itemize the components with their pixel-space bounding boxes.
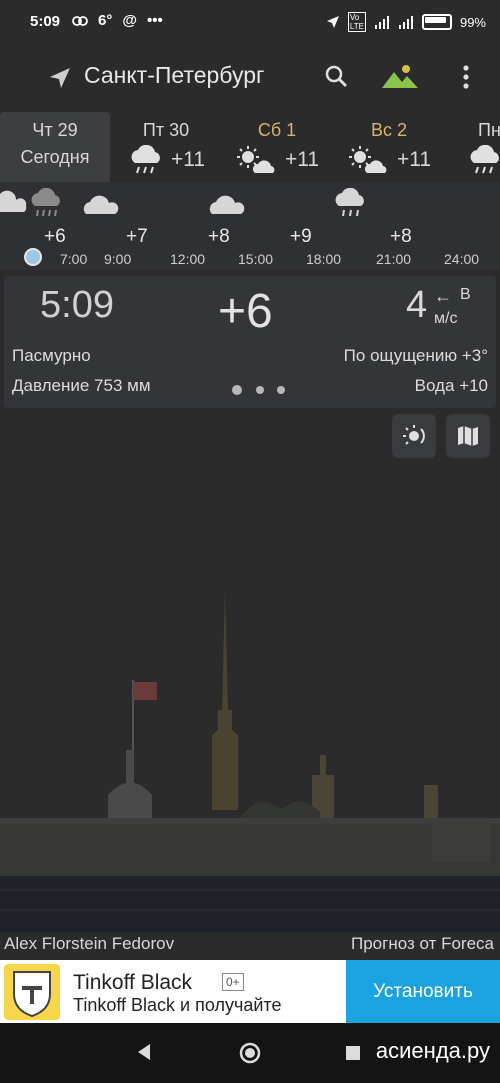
pressure-text: Давление 753 мм	[12, 376, 151, 395]
page-indicator-active	[232, 385, 242, 395]
sun-radar-icon	[403, 425, 425, 445]
rain-cloud-icon	[470, 145, 499, 174]
cloud-icon	[0, 190, 27, 212]
more-dots-icon: •••	[146, 12, 163, 29]
map-icon	[458, 426, 478, 446]
app-bar: Санкт-Петербург	[0, 44, 500, 110]
status-right-icons: Vo LTE 99%	[326, 12, 486, 32]
hour-time: 7:00	[60, 251, 88, 267]
page-indicator	[256, 386, 264, 394]
day-name: Вс 2	[370, 120, 408, 140]
age-rating-badge: 0+	[222, 973, 244, 991]
day-tab-fri[interactable]: Пт 30 +11	[112, 112, 220, 182]
current-time: 5:09	[40, 284, 114, 326]
cloud-icon	[209, 195, 245, 214]
hour-temp: +6	[44, 226, 66, 247]
ad-banner[interactable]: Tinkoff Black 0+ Tinkoff Black и получай…	[0, 960, 500, 1023]
now-indicator	[24, 248, 42, 266]
battery-icon	[421, 14, 452, 30]
day-temp: +11	[284, 148, 320, 171]
location-arrow-icon[interactable]	[48, 66, 72, 90]
page-indicator	[277, 386, 285, 394]
hour-time: 15:00	[238, 251, 274, 267]
hour-time: 24:00	[444, 251, 480, 267]
day-tab-sun[interactable]: Вс 2 +11	[334, 112, 444, 182]
map-button[interactable]	[446, 414, 490, 458]
forecast-provider[interactable]: Прогноз от Foreca	[351, 934, 494, 954]
city-name[interactable]: Санкт-Петербург	[84, 62, 264, 89]
day-tab-today[interactable]: Чт 29 Сегодня	[0, 112, 110, 182]
rain-cloud-icon	[31, 188, 60, 217]
day-temp: +11	[170, 148, 206, 171]
hour-temp: +8	[208, 226, 230, 247]
city-background-photo	[0, 560, 500, 932]
rain-cloud-icon	[131, 145, 160, 174]
cloud-icon	[83, 195, 119, 214]
water-temp-text: Вода +10	[414, 376, 488, 395]
hour-time: 12:00	[170, 251, 206, 267]
hour-temp: +9	[290, 226, 312, 247]
tinkoff-logo	[4, 964, 60, 1020]
sun-cloud-icon	[236, 146, 275, 173]
signal-icon	[398, 16, 413, 29]
search-icon[interactable]	[324, 64, 348, 88]
status-time: 5:09	[30, 13, 61, 30]
day-sub: Сегодня	[20, 147, 90, 167]
ad-subtitle: Tinkoff Black и получайте	[73, 995, 282, 1015]
more-vert-icon[interactable]	[462, 64, 470, 90]
home-icon[interactable]	[239, 1042, 261, 1064]
hour-time: 21:00	[376, 251, 412, 267]
location-arrow-icon	[326, 16, 339, 28]
day-temp: +11	[396, 148, 432, 171]
status-bar: 5:09 6° @ ••• Vo LTE 99%	[0, 0, 500, 44]
hour-time: 9:00	[104, 251, 132, 267]
day-tab-sat[interactable]: Сб 1 +11	[222, 112, 332, 182]
hour-temp: +7	[126, 226, 148, 247]
volte-icon: Vo LTE	[347, 12, 366, 32]
day-name: Чт 29	[32, 120, 78, 140]
signal-4g-icon	[374, 16, 389, 29]
sun-cloud-icon	[348, 146, 387, 173]
day-tab-mon[interactable]: Пн	[456, 112, 500, 182]
wind-unit: м/с	[434, 310, 458, 327]
status-temp: 6°	[98, 12, 113, 29]
hour-temp: +8	[390, 226, 412, 247]
at-icon: @	[122, 12, 137, 29]
feels-like-text: По ощущению +3°	[343, 346, 488, 365]
recents-icon[interactable]	[346, 1046, 360, 1060]
rain-cloud-icon	[335, 188, 364, 217]
watermark: асиенда.ру	[375, 1038, 490, 1063]
status-left-icons: 6° @ •••	[72, 12, 163, 29]
photo-credit[interactable]: Alex Florstein Fedorov	[4, 934, 174, 954]
link-icon	[72, 15, 88, 26]
condition-text: Пасмурно	[12, 346, 91, 365]
sun-radar-button[interactable]	[392, 414, 436, 458]
hourly-forecast[interactable]: +6 +7 +8 +9 +8 7:00 9:00 12:00 15:00 18:…	[0, 182, 500, 270]
daily-forecast-row: Чт 29 Сегодня Пт 30 +11 Сб 1 +11 Вс 2 +1…	[0, 112, 500, 182]
day-name: Сб 1	[257, 120, 297, 140]
day-name: Пт 30	[142, 120, 190, 140]
battery-percent: 99%	[459, 14, 486, 30]
current-weather-card[interactable]: 5:09 +6 4 ← В м/с Пасмурно По ощущению +…	[4, 276, 496, 408]
wind-direction: В	[460, 286, 471, 303]
landscape-icon[interactable]	[381, 62, 419, 90]
wind-arrow-icon: ←	[434, 286, 452, 306]
back-icon[interactable]	[136, 1043, 152, 1061]
ad-title: Tinkoff Black	[73, 971, 193, 994]
wind-speed: 4	[406, 284, 428, 326]
day-name: Пн	[478, 120, 500, 140]
install-button[interactable]: Установить	[346, 960, 500, 1023]
hour-time: 18:00	[306, 251, 342, 267]
current-temp: +6	[218, 285, 273, 338]
